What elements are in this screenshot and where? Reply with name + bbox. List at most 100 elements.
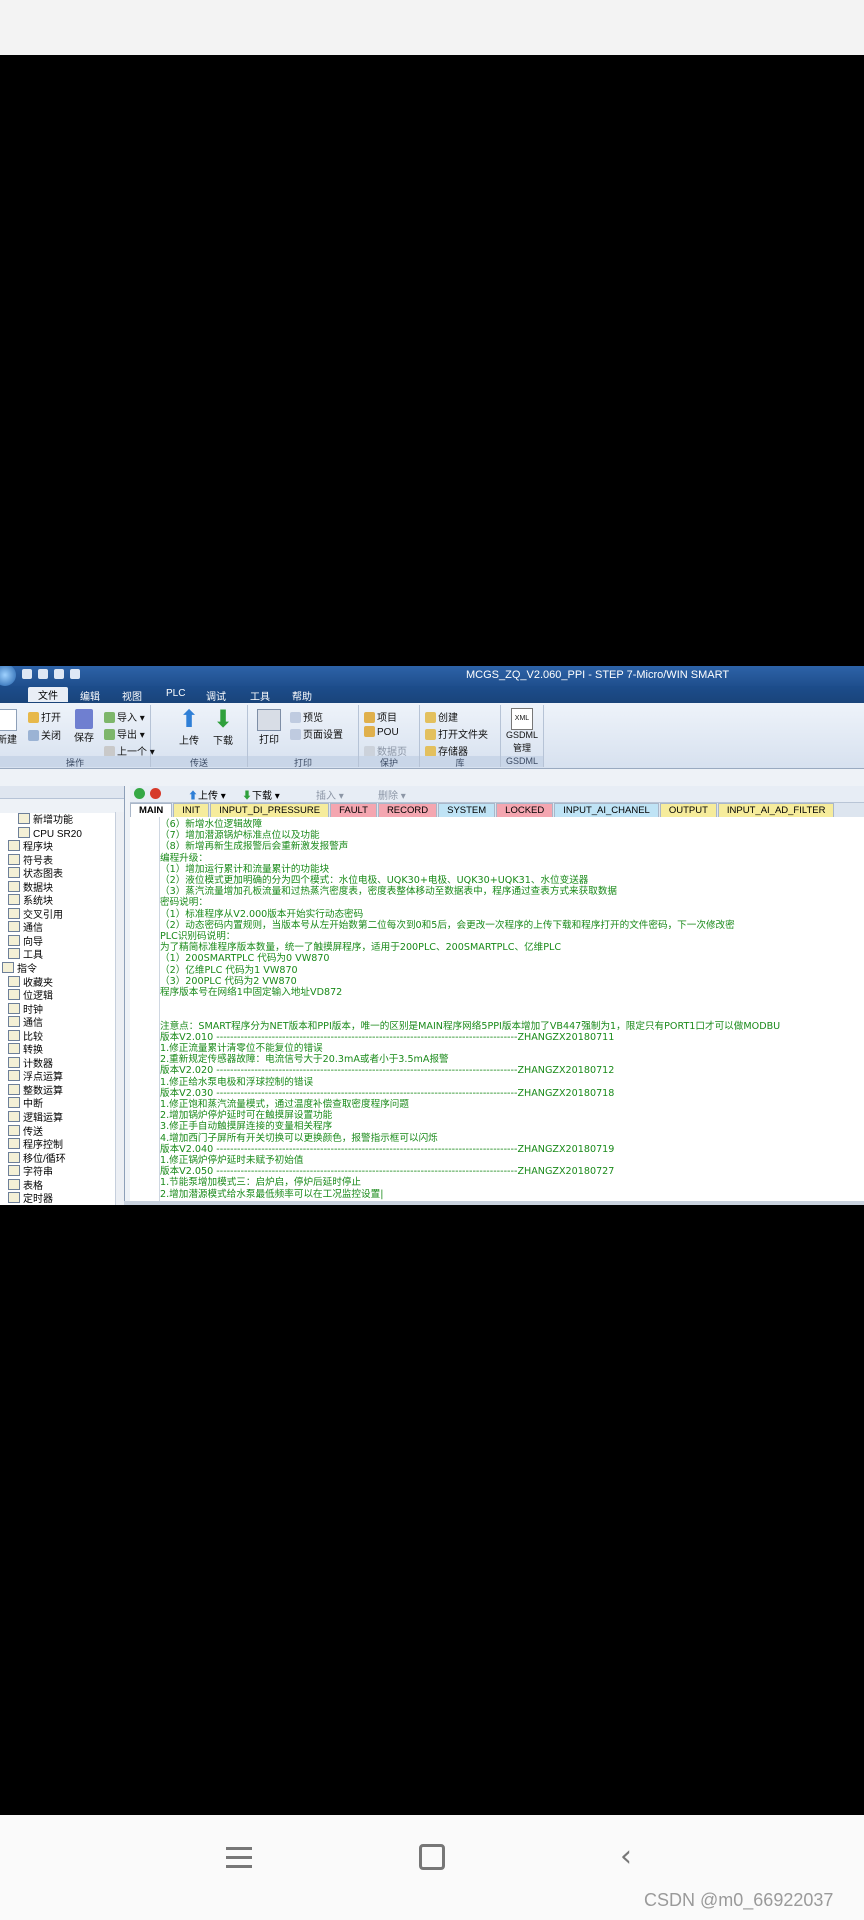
tree-item[interactable]: 比较	[0, 1029, 124, 1044]
home-nav-icon[interactable]	[419, 1844, 445, 1870]
quick-access-toolbar	[22, 669, 80, 679]
gsdml-manage-button[interactable]: XML GSDML 管理	[505, 708, 539, 754]
tree-item[interactable]: 传送	[0, 1124, 124, 1139]
tree-item[interactable]: 字符串	[0, 1165, 124, 1179]
tab-pou[interactable]: INPUT_DI_PRESSURE	[210, 803, 330, 817]
close-button[interactable]: 关闭	[28, 727, 61, 742]
open-file-icon[interactable]	[38, 669, 48, 679]
tree-item[interactable]: 收藏夹	[0, 975, 124, 990]
export-button[interactable]: 导出 ▾	[104, 726, 145, 741]
tree-scrollbar[interactable]	[115, 812, 124, 1205]
new-button[interactable]: 新建	[0, 709, 18, 746]
menu-tools[interactable]: 工具	[246, 688, 274, 703]
tree-item[interactable]: 计数器	[0, 1056, 124, 1071]
tree-item[interactable]: 工具	[0, 948, 124, 962]
back-nav-icon[interactable]: ‹	[620, 1842, 632, 1872]
print-icon[interactable]	[70, 669, 80, 679]
tree-item-label: 系统块	[23, 896, 53, 908]
tree-item[interactable]: 程序块	[0, 840, 124, 854]
tree-item[interactable]: 浮点运算	[0, 1070, 124, 1084]
editor-insert-button[interactable]: 插入 ▾	[316, 787, 344, 802]
create-library-button[interactable]: 创建	[425, 709, 458, 724]
tree-item-label: 表格	[23, 1180, 43, 1192]
menu-edit[interactable]: 编辑	[76, 688, 104, 703]
print-button[interactable]: 打印	[256, 709, 282, 746]
tree-item[interactable]: 程序控制	[0, 1138, 124, 1152]
menu-file[interactable]: 文件	[28, 687, 68, 702]
tree-item[interactable]: 中断	[0, 1097, 124, 1111]
tree-item[interactable]: 交叉引用	[0, 907, 124, 922]
tree-node-icon	[8, 1016, 20, 1028]
ribbon-group-library: 创建 打开文件夹 存储器 库	[420, 705, 501, 768]
folder-open-icon	[425, 729, 436, 740]
tree-item[interactable]: 通信	[0, 1016, 124, 1030]
tree-item[interactable]: 移位/循环	[0, 1151, 124, 1166]
phone-status-bar	[0, 0, 864, 55]
tab-pou[interactable]: SYSTEM	[438, 803, 496, 817]
tree-item[interactable]: 系统块	[0, 894, 124, 908]
tree-item[interactable]: 状态图表	[0, 867, 124, 881]
tree-item[interactable]: 向导	[0, 934, 124, 949]
menu-view[interactable]: 视图	[118, 688, 146, 703]
open-folder-label: 打开文件夹	[438, 730, 488, 741]
editor-download-button[interactable]: ⬇下载 ▾	[242, 787, 280, 802]
tree-item[interactable]: CPU SR20	[0, 826, 124, 841]
editor-delete-button[interactable]: 删除 ▾	[378, 787, 406, 802]
tree-node-icon	[8, 1097, 20, 1109]
page-setup-button[interactable]: 页面设置	[290, 726, 343, 741]
tree-item[interactable]: 指令	[0, 962, 124, 976]
preview-button[interactable]: 预览	[290, 709, 323, 724]
protect-project-button[interactable]: 项目	[364, 709, 397, 724]
tab-pou[interactable]: FAULT	[330, 803, 377, 817]
menu-help[interactable]: 帮助	[288, 688, 316, 703]
save-icon[interactable]	[54, 669, 64, 679]
program-comment-editor[interactable]: （6）新增水位逻辑故障 （7）增加潜源锅炉标准点位以及功能 （8）新增再新生成报警后…	[130, 817, 864, 1201]
open-button-label: 打开	[41, 713, 61, 724]
menu-nav-icon[interactable]	[226, 1847, 252, 1868]
tree-node-icon	[8, 921, 20, 933]
tab-pou[interactable]: INIT	[173, 803, 210, 817]
menu-debug[interactable]: 调试	[202, 688, 230, 703]
tree-item[interactable]: 符号表	[0, 853, 124, 868]
stop-icon[interactable]	[150, 788, 161, 799]
tree-item[interactable]: 定时器	[0, 1192, 124, 1205]
import-button[interactable]: 导入 ▾	[104, 709, 145, 724]
protect-pou-button[interactable]: POU	[364, 726, 399, 738]
tab-pou[interactable]: RECORD	[377, 803, 438, 817]
tree-item[interactable]: 通信	[0, 921, 124, 935]
tab-pou[interactable]: INPUT_AI_CHANEL	[554, 803, 659, 817]
run-icon[interactable]	[134, 788, 145, 799]
tree-item[interactable]: 表格	[0, 1178, 124, 1193]
tab-pou[interactable]: INPUT_AI_AD_FILTER	[717, 803, 835, 817]
editor-upload-button[interactable]: ⬆上传 ▾	[188, 787, 226, 802]
tree-item[interactable]: 逻辑运算	[0, 1111, 124, 1125]
export-button-label: 导出	[117, 730, 137, 741]
tab-pou[interactable]: OUTPUT	[659, 803, 717, 817]
open-button[interactable]: 打开	[28, 709, 61, 724]
tree-item[interactable]: 时钟	[0, 1002, 124, 1017]
open-folder-button[interactable]: 打开文件夹	[425, 726, 488, 741]
tree-item[interactable]: 位逻辑	[0, 989, 124, 1003]
tree-item[interactable]: 数据块	[0, 880, 124, 895]
menu-plc[interactable]: PLC	[162, 688, 189, 699]
floppy-icon	[75, 709, 93, 729]
comment-line: （1）增加运行累计和流量累计的功能块	[160, 863, 330, 875]
download-button[interactable]: ⬇ 下载	[209, 708, 237, 748]
preview-icon	[290, 712, 301, 723]
comment-line: PLC识别码说明：	[160, 931, 236, 942]
close-button-label: 关闭	[41, 731, 61, 742]
tree-node-icon	[8, 853, 20, 865]
new-file-icon[interactable]	[22, 669, 32, 679]
tab-pou[interactable]: LOCKED	[496, 803, 554, 817]
tree-item[interactable]: 整数运算	[0, 1083, 124, 1098]
upload-button[interactable]: ⬆ 上传	[175, 708, 203, 748]
tree-item-label: 通信	[23, 923, 43, 935]
tree-item[interactable]: 新增功能	[0, 813, 124, 827]
tab-pou[interactable]: MAIN	[130, 803, 173, 817]
app-orb-icon[interactable]	[0, 666, 16, 686]
ribbon-group-label-protect: 保护	[359, 756, 419, 768]
editor-upload-label: 上传	[198, 791, 218, 802]
tree-item[interactable]: 转换	[0, 1043, 124, 1057]
ribbon-group-label-operate: 操作	[0, 756, 150, 768]
save-button[interactable]: 保存	[72, 709, 96, 744]
